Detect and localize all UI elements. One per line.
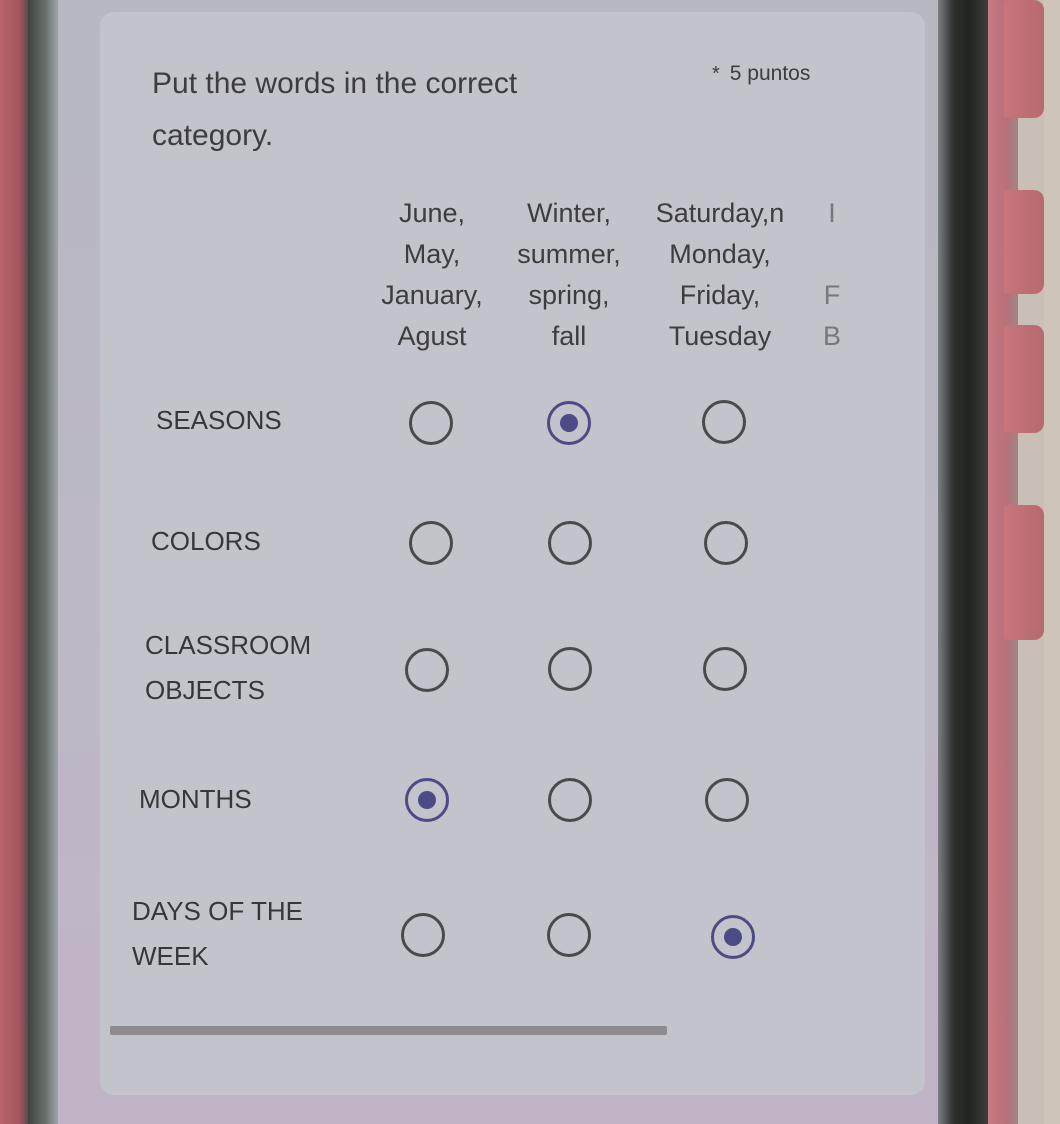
- radio-classroom-col1[interactable]: [405, 648, 449, 692]
- radio-months-col1[interactable]: [405, 778, 449, 822]
- radio-classroom-col2[interactable]: [548, 647, 592, 691]
- radio-colors-col1[interactable]: [409, 521, 453, 565]
- radio-days-col3[interactable]: [711, 915, 755, 959]
- row-label-classroom-objects: CLASSROOM OBJECTS: [145, 630, 312, 705]
- radio-months-col2[interactable]: [548, 778, 592, 822]
- radio-days-col1[interactable]: [401, 913, 445, 957]
- column-header-line: F: [823, 280, 841, 310]
- column-header-line: Saturday,n: [655, 198, 785, 228]
- horizontal-scrollbar[interactable]: [110, 1026, 667, 1035]
- column-header-line: Friday,: [679, 280, 761, 310]
- required-asterisk: *: [712, 63, 720, 85]
- phone-case-left: [0, 0, 28, 1124]
- row-label-months: MONTHS: [139, 784, 252, 814]
- radio-seasons-col3[interactable]: [702, 400, 746, 444]
- column-header-line: Monday,: [669, 239, 771, 269]
- radio-colors-col2[interactable]: [548, 521, 592, 565]
- column-header-line: Tuesday: [668, 321, 772, 351]
- case-button-tab: [1004, 190, 1044, 294]
- radio-colors-col3[interactable]: [704, 521, 748, 565]
- column-header-line: I: [828, 198, 836, 228]
- question-title: Put the words in the correct category.: [152, 67, 518, 152]
- case-button-tab: [1004, 325, 1044, 433]
- radio-seasons-col1[interactable]: [409, 401, 453, 445]
- points-label: * 5 puntos: [712, 62, 810, 86]
- column-header-3: Saturday,n Monday, Friday, Tuesday: [630, 193, 810, 357]
- row-label-days-of-week: DAYS OF THE WEEK: [132, 896, 303, 971]
- phone-bezel-right: [938, 0, 988, 1124]
- phone-bezel-left: [28, 0, 58, 1124]
- column-header-line: B: [822, 321, 841, 351]
- points-value: 5 puntos: [729, 62, 811, 85]
- case-button-tab: [1004, 0, 1044, 118]
- column-header-line: [812, 234, 852, 275]
- column-header-4-clipped: I F B: [812, 193, 852, 357]
- case-button-tab: [1004, 505, 1044, 640]
- radio-classroom-col3[interactable]: [703, 647, 747, 691]
- row-label-colors: COLORS: [151, 526, 261, 556]
- radio-seasons-col2[interactable]: [547, 401, 591, 445]
- radio-days-col2[interactable]: [547, 913, 591, 957]
- background-fabric: [1044, 0, 1060, 1124]
- radio-months-col3[interactable]: [705, 778, 749, 822]
- row-label-seasons: SEASONS: [156, 405, 282, 435]
